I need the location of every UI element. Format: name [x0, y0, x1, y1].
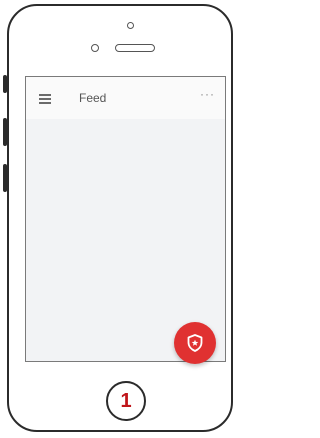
- more-horizontal-icon[interactable]: ···: [200, 87, 215, 101]
- front-camera: [127, 22, 134, 29]
- volume-down-button: [3, 164, 7, 192]
- volume-up-button: [3, 118, 7, 146]
- home-button[interactable]: 1: [106, 381, 146, 421]
- shield-action-button[interactable]: [174, 322, 216, 364]
- step-number-label: 1: [120, 390, 132, 412]
- proximity-sensor: [91, 44, 99, 52]
- hamburger-menu-icon[interactable]: [39, 94, 51, 104]
- earpiece-speaker: [115, 44, 155, 52]
- app-bar: Feed ···: [26, 77, 225, 120]
- page-title: Feed: [79, 91, 107, 105]
- shield-star-icon: [187, 334, 203, 352]
- app-screen: Feed ···: [25, 76, 226, 362]
- mute-switch: [3, 75, 7, 93]
